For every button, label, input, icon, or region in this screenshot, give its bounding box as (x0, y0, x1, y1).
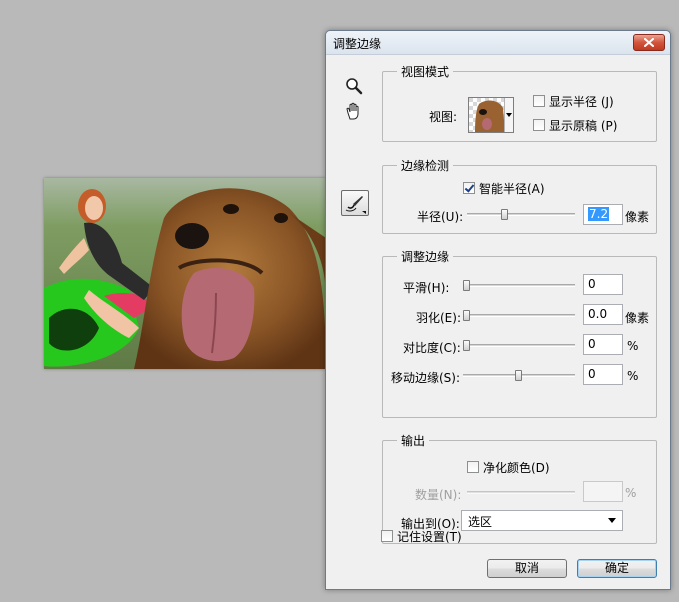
radius-slider-thumb[interactable] (501, 209, 508, 220)
remember-settings-label: 记住设置(T) (397, 530, 462, 544)
adjust-edge-legend: 调整边缘 (397, 248, 454, 265)
smooth-input[interactable]: 0 (583, 274, 623, 295)
feather-label: 羽化(E): (416, 311, 461, 325)
output-to-select[interactable]: 选区 (461, 510, 623, 531)
smart-radius-checkbox[interactable] (463, 182, 475, 194)
show-radius-label: 显示半径 (J) (549, 95, 614, 109)
view-thumbnail (469, 98, 505, 132)
amount-unit: % (625, 486, 637, 500)
edge-detection-group: 边缘检测 智能半径(A) 半径(U): 7.2 像素 (382, 157, 657, 234)
show-radius-checkbox[interactable] (533, 95, 545, 107)
remember-settings-checkbox[interactable] (381, 530, 393, 542)
feather-input[interactable]: 0.0 (583, 304, 623, 325)
radius-label: 半径(U): (417, 210, 464, 224)
dialog-body: 视图模式 视图: 显示半径 (J) 显示原稿 (P) 边缘检测 智能半径(A) … (326, 56, 670, 589)
radius-input[interactable]: 7.2 (583, 204, 623, 225)
refine-radius-tool[interactable] (341, 190, 369, 216)
shift-edge-unit: % (627, 369, 639, 383)
magnifier-icon (346, 78, 363, 95)
edge-detection-legend: 边缘检测 (397, 157, 454, 174)
feather-slider[interactable] (463, 310, 575, 321)
hand-tool[interactable] (344, 101, 366, 121)
smooth-slider[interactable] (463, 280, 575, 291)
smart-radius-label: 智能半径(A) (479, 182, 545, 196)
shift-edge-label: 移动边缘(S): (391, 371, 461, 385)
adjust-edge-group: 调整边缘 平滑(H): 0 羽化(E): 0.0 像素 对比度(C): 0 % … (382, 248, 657, 418)
chevron-down-icon (608, 518, 616, 523)
amount-slider (467, 491, 575, 494)
contrast-slider-thumb[interactable] (463, 340, 470, 351)
smooth-slider-thumb[interactable] (463, 280, 470, 291)
close-icon (644, 38, 654, 47)
close-button[interactable] (633, 34, 665, 51)
feather-slider-thumb[interactable] (463, 310, 470, 321)
contrast-slider[interactable] (463, 340, 575, 351)
canvas-photo (44, 178, 326, 369)
contrast-input[interactable]: 0 (583, 334, 623, 355)
contrast-label: 对比度(C): (403, 341, 461, 355)
dialog-titlebar[interactable]: 调整边缘 (326, 31, 670, 55)
view-dropdown-arrow[interactable] (504, 98, 513, 132)
view-mode-group: 视图模式 视图: 显示半径 (J) 显示原稿 (P) (382, 63, 657, 142)
radius-slider[interactable] (467, 209, 575, 220)
zoom-tool[interactable] (344, 76, 366, 96)
amount-label: 数量(N): (415, 488, 462, 502)
shift-edge-slider-thumb[interactable] (515, 370, 522, 381)
view-mode-selector[interactable] (468, 97, 514, 133)
radius-unit: 像素 (625, 210, 650, 224)
smooth-label: 平滑(H): (403, 281, 450, 295)
contrast-unit: % (627, 339, 639, 353)
view-label: 视图: (429, 110, 458, 124)
cancel-button[interactable]: 取消 (487, 559, 567, 578)
shift-edge-slider[interactable] (463, 370, 575, 381)
show-original-label: 显示原稿 (P) (549, 119, 618, 133)
view-mode-legend: 视图模式 (397, 63, 454, 80)
refine-edge-dialog: 调整边缘 视图模式 视图: 显示半径 (J) 显示原稿 (P) 边缘检测 智能半… (325, 30, 671, 590)
decontaminate-colors-checkbox[interactable] (467, 461, 479, 473)
feather-unit: 像素 (625, 311, 650, 325)
refine-radius-brush-icon (345, 196, 366, 214)
ok-button[interactable]: 确定 (577, 559, 657, 578)
amount-input (583, 481, 623, 502)
output-to-value: 选区 (468, 515, 493, 529)
output-legend: 输出 (397, 432, 430, 449)
photo-graphic (44, 178, 326, 369)
hand-icon (346, 102, 359, 120)
decontaminate-colors-label: 净化颜色(D) (483, 461, 550, 475)
dialog-title: 调整边缘 (333, 37, 382, 51)
show-original-checkbox[interactable] (533, 119, 545, 131)
shift-edge-input[interactable]: 0 (583, 364, 623, 385)
